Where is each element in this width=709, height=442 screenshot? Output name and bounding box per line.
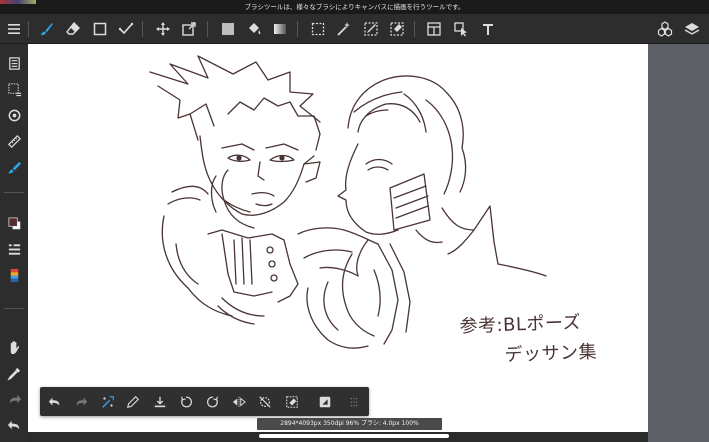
brush-tool-icon[interactable] <box>36 18 58 40</box>
color-palette-icon[interactable] <box>3 264 25 286</box>
quick-access-bar <box>40 387 369 416</box>
home-indicator[interactable] <box>259 434 449 438</box>
move-tool-icon[interactable] <box>152 18 174 40</box>
tool-tip-text: ブラシツールは、様々なブラシによりキャンバスに描画を行うツールです。 <box>244 3 465 11</box>
brush-settings-icon[interactable] <box>3 156 25 178</box>
panel-divide-icon[interactable] <box>423 18 445 40</box>
tool-tip-bar: ブラシツールは、様々なブラシによりキャンバスに描画を行うツールです。 <box>0 0 709 14</box>
undo-icon[interactable] <box>3 414 25 436</box>
ruler-icon[interactable] <box>3 130 25 152</box>
hand-tool-icon[interactable] <box>3 336 25 358</box>
operation-tool-icon[interactable] <box>450 18 472 40</box>
left-toolbar <box>0 44 28 442</box>
select-tool-icon[interactable] <box>307 18 329 40</box>
eraser-tool-icon[interactable] <box>62 18 84 40</box>
rotate-left-icon[interactable] <box>175 391 196 412</box>
select-icon[interactable] <box>3 78 25 100</box>
reference-note: 参考:BLポーズ デッサン集 <box>459 308 597 369</box>
drawing-canvas[interactable]: 参考:BLポーズ デッサン集 <box>28 44 648 432</box>
toolbar-divider <box>297 21 298 37</box>
text-tool-icon[interactable] <box>477 18 499 40</box>
toolbar-divider <box>28 21 29 37</box>
right-panel-area <box>648 44 709 442</box>
material-icon[interactable] <box>654 18 676 40</box>
select-eraser-icon[interactable] <box>386 18 408 40</box>
bucket-tool-icon[interactable] <box>243 18 265 40</box>
fill-color-icon[interactable] <box>217 18 239 40</box>
layer-panel-icon[interactable] <box>3 52 25 74</box>
snap-off-icon[interactable] <box>254 391 275 412</box>
undo-icon[interactable] <box>44 391 65 412</box>
save-icon[interactable] <box>149 391 170 412</box>
flip-icon[interactable] <box>228 391 249 412</box>
snap-icon[interactable] <box>3 104 25 126</box>
transform-tool-icon[interactable] <box>178 18 200 40</box>
top-toolbar <box>0 14 709 44</box>
transform-icon[interactable] <box>97 391 118 412</box>
rotate-right-icon[interactable] <box>202 391 223 412</box>
shape-tool-icon[interactable] <box>89 18 111 40</box>
sketch-artwork <box>149 55 547 349</box>
correction-pen-icon[interactable] <box>115 18 137 40</box>
toolbar-divider <box>4 192 24 193</box>
clear-icon[interactable] <box>281 391 302 412</box>
toolbar-divider <box>4 308 24 309</box>
menu-icon[interactable] <box>3 18 25 40</box>
toolbar-divider <box>207 21 208 37</box>
pen-icon[interactable] <box>122 391 143 412</box>
select-pen-icon[interactable] <box>360 18 382 40</box>
thumbnail-strip <box>0 0 36 4</box>
redo-icon[interactable] <box>3 388 25 410</box>
grip-icon[interactable] <box>343 391 364 412</box>
magic-wand-icon[interactable] <box>333 18 355 40</box>
brush-list-icon[interactable] <box>3 238 25 260</box>
reference-note-line1: 参考:BLポーズ <box>459 312 582 338</box>
reference-note-line2: デッサン集 <box>504 341 598 366</box>
app-window: ブラシツールは、様々なブラシによりキャンバスに描画を行うツールです。 参考:BL… <box>0 0 709 442</box>
gradient-tool-icon[interactable] <box>269 18 291 40</box>
color-swatch-icon[interactable] <box>3 212 25 234</box>
toolbar-divider <box>414 21 415 37</box>
invert-icon[interactable] <box>314 391 335 412</box>
canvas-info-bar: 2894*4093px 350dpi 96% ブラシ: 4.0px 100% <box>257 418 442 430</box>
eyedropper-icon[interactable] <box>3 362 25 384</box>
layers-icon[interactable] <box>681 18 703 40</box>
redo-icon[interactable] <box>70 391 91 412</box>
toolbar-divider <box>142 21 143 37</box>
